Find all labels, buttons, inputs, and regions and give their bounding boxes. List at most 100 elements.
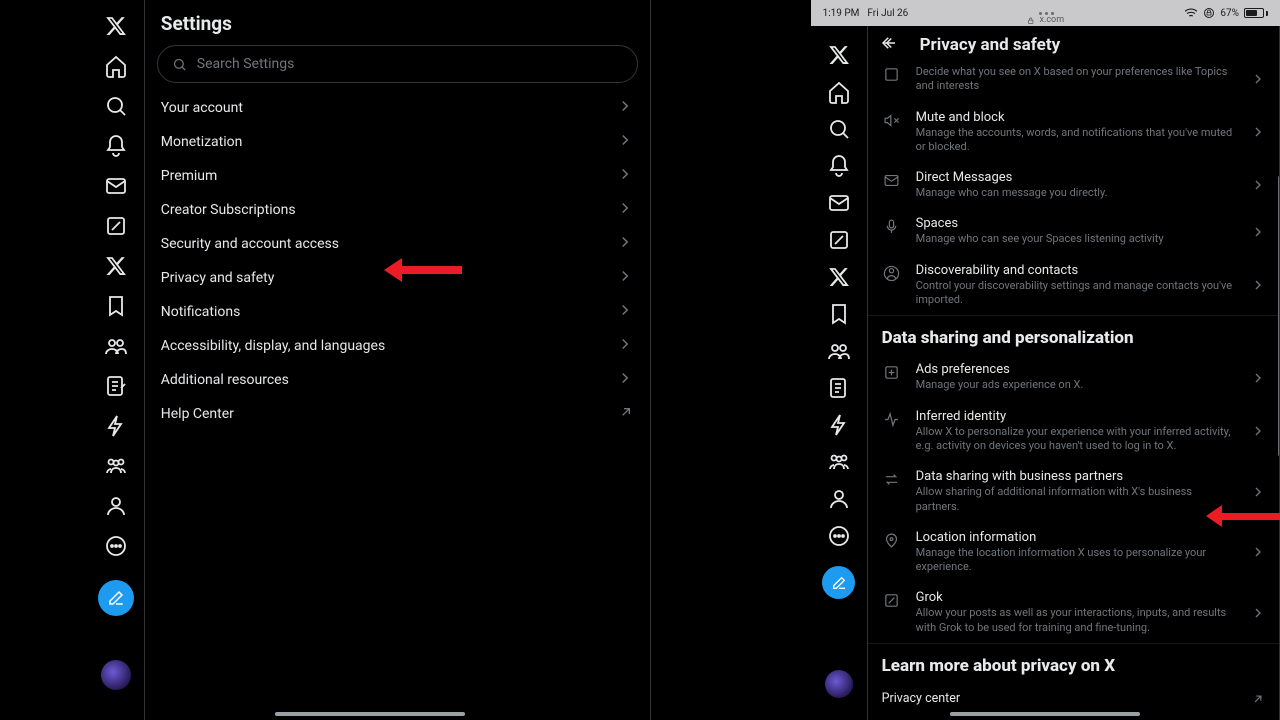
activity-icon bbox=[882, 411, 902, 428]
chevron-right-icon bbox=[616, 369, 634, 391]
swap-icon bbox=[882, 471, 902, 488]
settings-item-premium[interactable]: Premium bbox=[145, 159, 650, 193]
chevron-right-icon bbox=[1249, 71, 1267, 87]
settings-title: Settings bbox=[145, 0, 650, 45]
profile-icon[interactable] bbox=[103, 493, 129, 519]
ads-icon bbox=[882, 364, 902, 381]
back-button[interactable] bbox=[880, 34, 898, 56]
battery-icon bbox=[1244, 8, 1268, 18]
x-logo-icon[interactable] bbox=[827, 43, 851, 67]
status-date: Fri Jul 26 bbox=[867, 8, 908, 19]
home-icon[interactable] bbox=[103, 53, 129, 79]
settings-item-monetization[interactable]: Monetization bbox=[145, 125, 650, 159]
settings-column: Settings Search Settings Your account Mo… bbox=[144, 0, 651, 720]
avatar[interactable] bbox=[825, 670, 853, 698]
lists-icon[interactable] bbox=[827, 376, 851, 400]
bookmarks-icon[interactable] bbox=[827, 302, 851, 326]
external-link-icon bbox=[618, 404, 634, 424]
chevron-right-icon bbox=[616, 267, 634, 289]
grok-icon[interactable] bbox=[103, 213, 129, 239]
chevron-right-icon bbox=[616, 165, 634, 187]
settings-item-help-center[interactable]: Help Center bbox=[145, 397, 650, 431]
row-content-you-see[interactable]: Decide what you see on X based on your p… bbox=[868, 64, 1279, 102]
contacts-icon bbox=[882, 265, 902, 282]
row-mute-block[interactable]: Mute and blockManage the accounts, words… bbox=[868, 102, 1279, 163]
chevron-right-icon bbox=[616, 233, 634, 255]
row-ads-preferences[interactable]: Ads preferencesManage your ads experienc… bbox=[868, 354, 1279, 400]
messages-icon[interactable] bbox=[103, 173, 129, 199]
microphone-icon bbox=[882, 218, 902, 235]
search-placeholder: Search Settings bbox=[197, 56, 295, 72]
mute-icon bbox=[882, 112, 902, 129]
chevron-right-icon bbox=[1249, 605, 1267, 621]
row-spaces[interactable]: SpacesManage who can see your Spaces lis… bbox=[868, 208, 1279, 254]
chevron-right-icon bbox=[616, 131, 634, 153]
x-logo-icon[interactable] bbox=[103, 13, 129, 39]
lists-icon[interactable] bbox=[103, 373, 129, 399]
monetization-icon[interactable] bbox=[827, 413, 851, 437]
chevron-right-icon bbox=[1249, 370, 1267, 386]
chevron-right-icon bbox=[1249, 224, 1267, 240]
row-location[interactable]: Location informationManage the location … bbox=[868, 522, 1279, 583]
status-bar: 1:19 PM Fri Jul 26 67% x.com bbox=[811, 0, 1280, 26]
chevron-right-icon bbox=[616, 97, 634, 119]
avatar[interactable] bbox=[101, 660, 131, 690]
notifications-icon[interactable] bbox=[103, 133, 129, 159]
home-indicator bbox=[275, 712, 465, 716]
home-icon[interactable] bbox=[827, 80, 851, 104]
settings-item-your-account[interactable]: Your account bbox=[145, 91, 650, 125]
notifications-icon[interactable] bbox=[827, 154, 851, 178]
chevron-right-icon bbox=[1249, 277, 1267, 293]
settings-item-accessibility[interactable]: Accessibility, display, and languages bbox=[145, 329, 650, 363]
orientation-lock-icon bbox=[1203, 7, 1215, 19]
settings-item-privacy-safety[interactable]: Privacy and safety bbox=[145, 261, 650, 295]
bookmarks-icon[interactable] bbox=[103, 293, 129, 319]
battery-pct: 67% bbox=[1220, 8, 1239, 19]
privacy-safety-panel: Privacy and safety Decide what you see o… bbox=[867, 26, 1280, 720]
communities-icon[interactable] bbox=[827, 339, 851, 363]
home-indicator bbox=[950, 712, 1140, 716]
row-grok[interactable]: GrokAllow your posts as well as your int… bbox=[868, 582, 1279, 643]
more-icon[interactable] bbox=[103, 533, 129, 559]
nav-rail-right bbox=[811, 26, 867, 720]
search-icon[interactable] bbox=[827, 117, 851, 141]
messages-icon[interactable] bbox=[827, 191, 851, 215]
premium-icon[interactable] bbox=[827, 265, 851, 289]
compose-button[interactable] bbox=[822, 566, 855, 599]
profile-icon[interactable] bbox=[827, 487, 851, 511]
more-icon[interactable] bbox=[827, 524, 851, 548]
grok-icon[interactable] bbox=[827, 228, 851, 252]
content-icon bbox=[882, 66, 902, 83]
chevron-right-icon bbox=[616, 335, 634, 357]
communities-alt-icon[interactable] bbox=[103, 453, 129, 479]
communities-icon[interactable] bbox=[103, 333, 129, 359]
chevron-right-icon bbox=[1249, 423, 1267, 439]
compose-button[interactable] bbox=[98, 580, 134, 616]
settings-item-security[interactable]: Security and account access bbox=[145, 227, 650, 261]
address-bar: x.com bbox=[1027, 15, 1065, 25]
settings-item-notifications[interactable]: Notifications bbox=[145, 295, 650, 329]
monetization-icon[interactable] bbox=[103, 413, 129, 439]
chevron-right-icon bbox=[1249, 484, 1267, 500]
panel-title: Privacy and safety bbox=[920, 35, 1061, 55]
chevron-right-icon bbox=[1249, 544, 1267, 560]
search-icon[interactable] bbox=[103, 93, 129, 119]
row-data-sharing-partners[interactable]: Data sharing with business partnersAllow… bbox=[868, 461, 1279, 522]
chevron-right-icon bbox=[616, 301, 634, 323]
section-data-sharing: Data sharing and personalization bbox=[868, 316, 1279, 354]
settings-item-creator-subscriptions[interactable]: Creator Subscriptions bbox=[145, 193, 650, 227]
chevron-right-icon bbox=[1249, 124, 1267, 140]
status-time: 1:19 PM bbox=[823, 8, 860, 19]
premium-icon[interactable] bbox=[103, 253, 129, 279]
settings-item-additional-resources[interactable]: Additional resources bbox=[145, 363, 650, 397]
external-link-icon bbox=[1251, 692, 1265, 706]
chevron-right-icon bbox=[1249, 177, 1267, 193]
row-discoverability[interactable]: Discoverability and contactsControl your… bbox=[868, 255, 1279, 316]
location-icon bbox=[882, 532, 902, 549]
link-privacy-center[interactable]: Privacy center bbox=[868, 682, 1279, 715]
envelope-icon bbox=[882, 172, 902, 189]
row-inferred-identity[interactable]: Inferred identityAllow X to personalize … bbox=[868, 401, 1279, 462]
communities-alt-icon[interactable] bbox=[827, 450, 851, 474]
row-direct-messages[interactable]: Direct MessagesManage who can message yo… bbox=[868, 162, 1279, 208]
search-input[interactable]: Search Settings bbox=[157, 45, 638, 83]
